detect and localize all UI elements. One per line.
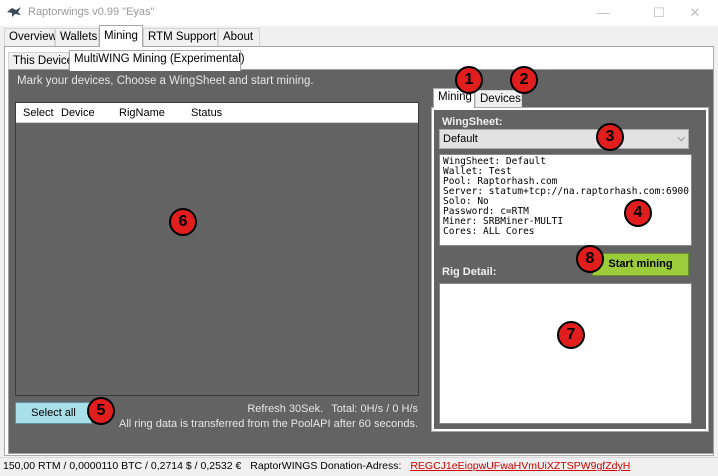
column-status[interactable]: Status bbox=[191, 107, 222, 119]
tab-wallets[interactable]: Wallets bbox=[55, 28, 99, 47]
tab-overview[interactable]: Overview bbox=[4, 28, 57, 47]
column-select[interactable]: Select bbox=[23, 107, 54, 119]
window-title: Raptorwings v0.99 "Eyas" bbox=[28, 6, 155, 18]
donation-label: RaptorWINGS Donation-Adress: bbox=[250, 460, 402, 472]
transfer-note: All ring data is transferred from the Po… bbox=[119, 418, 418, 430]
wingsheet-label: WingSheet: bbox=[442, 116, 503, 128]
start-mining-button[interactable]: Start mining bbox=[592, 253, 689, 276]
price-info: 150,00 RTM / 0,0000110 BTC / 0,2714 $ / … bbox=[3, 460, 242, 472]
annotation-marker-4: 4 bbox=[624, 199, 652, 227]
tab-multiwing-mining[interactable]: MultiWING Mining (Experimental) bbox=[69, 50, 245, 71]
annotation-marker-8: 8 bbox=[576, 245, 604, 273]
rig-detail-box[interactable] bbox=[439, 283, 692, 424]
tab-rtm-support[interactable]: RTM Support bbox=[143, 28, 218, 47]
instruction-text: Mark your devices, Choose a WingSheet an… bbox=[17, 75, 314, 87]
tab-this-device[interactable]: This Device bbox=[8, 52, 73, 70]
column-rigname[interactable]: RigName bbox=[119, 107, 165, 119]
wingsheet-dropdown[interactable]: Default ⌵ bbox=[439, 129, 689, 149]
annotation-marker-7: 7 bbox=[557, 321, 585, 349]
annotation-marker-2: 2 bbox=[510, 66, 538, 94]
select-all-button[interactable]: Select all bbox=[15, 402, 92, 424]
tab-about[interactable]: About bbox=[218, 28, 260, 47]
minimize-icon[interactable]: — bbox=[580, 0, 626, 26]
column-device[interactable]: Device bbox=[61, 107, 95, 119]
title-bar: Raptorwings v0.99 "Eyas" — ☐ ✕ bbox=[0, 0, 718, 26]
donation-address-link[interactable]: REGCJ1eEiopwUFwaHVmUiXZTSPW9gfZdyH bbox=[410, 460, 630, 472]
annotation-marker-1: 1 bbox=[455, 66, 483, 94]
tab-mining[interactable]: Mining bbox=[99, 25, 143, 47]
annotation-marker-5: 5 bbox=[87, 397, 115, 425]
status-bar: 150,00 RTM / 0,0000110 BTC / 0,2714 $ / … bbox=[0, 457, 718, 476]
rig-table-header: Select Device RigName Status bbox=[16, 103, 418, 123]
rig-table[interactable]: Select Device RigName Status bbox=[15, 102, 419, 396]
rig-detail-label: Rig Detail: bbox=[442, 266, 497, 278]
refresh-total-line: Refresh 30Sek. Total: 0H/s / 0 H/s bbox=[200, 403, 418, 415]
annotation-marker-3: 3 bbox=[596, 123, 624, 151]
info-line: Cores: ALL Cores bbox=[443, 226, 535, 237]
close-icon[interactable]: ✕ bbox=[672, 0, 718, 26]
raptor-bird-icon bbox=[7, 7, 21, 17]
tab-right-devices[interactable]: Devices bbox=[475, 90, 522, 108]
total-hashrate: Total: 0H/s / 0 H/s bbox=[331, 403, 418, 415]
wingsheet-selected-value: Default bbox=[443, 133, 478, 145]
refresh-label: Refresh 30Sek. bbox=[247, 403, 324, 415]
chevron-down-icon: ⌵ bbox=[677, 133, 685, 144]
wingsheet-info-box[interactable]: WingSheet: Default Wallet: Test Pool: Ra… bbox=[439, 154, 692, 246]
annotation-marker-6: 6 bbox=[169, 208, 197, 236]
